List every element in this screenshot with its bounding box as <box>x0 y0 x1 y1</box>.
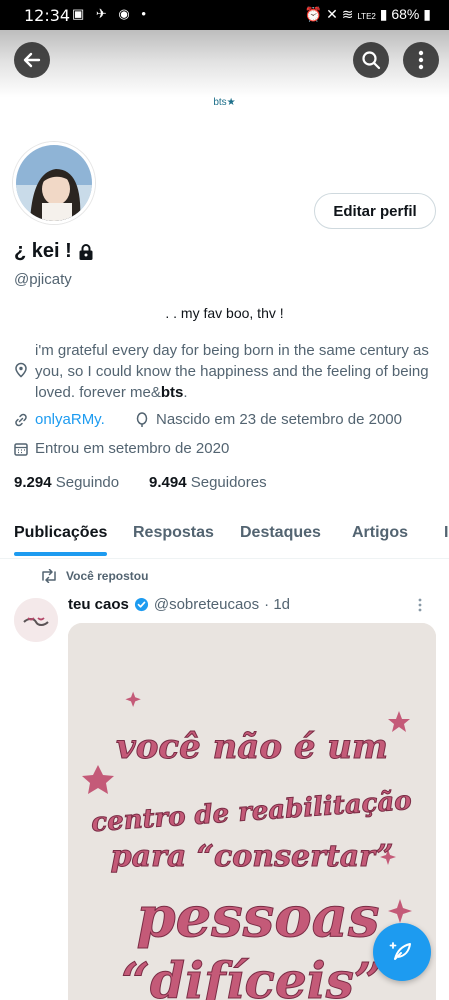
more-vertical-icon <box>418 50 424 70</box>
back-button[interactable] <box>14 42 50 78</box>
post-header: teu caos @sobreteucaos · 1d <box>68 596 290 613</box>
post-author-avatar[interactable] <box>14 598 58 642</box>
battery-label: 68% <box>391 6 420 22</box>
image-text-line-5: “difíceis” <box>121 951 382 1000</box>
birth-row: Nascido em 23 de setembro de 2000 <box>134 411 402 428</box>
mute-icon: ✕ <box>326 6 338 22</box>
profile-name: ¿ kei ! <box>14 240 72 262</box>
profile-website-link[interactable]: onlyaRMy. <box>35 411 105 428</box>
compose-button[interactable] <box>373 923 431 981</box>
repost-indicator: Você repostou <box>40 569 148 583</box>
bio-text: i'm grateful every day for being born in… <box>35 342 429 401</box>
bio-line: . . my fav boo, thv ! <box>165 305 284 321</box>
compose-feather-icon <box>389 942 411 960</box>
joined-date: Entrou em setembro de 2020 <box>35 440 230 457</box>
tab-artigos[interactable]: Artigos <box>352 524 408 542</box>
calendar-icon <box>14 442 28 456</box>
search-button[interactable] <box>353 42 389 78</box>
status-time: 12:34 <box>24 6 71 25</box>
status-right: ⏰ ✕ ≋ LTE2 ▮ 68% ▮ <box>305 6 431 23</box>
repost-label: Você repostou <box>66 569 149 583</box>
tab-destaques[interactable]: Destaques <box>240 524 321 542</box>
profile-avatar[interactable] <box>13 142 95 224</box>
followers-count[interactable]: 9.494 Seguidores <box>149 474 267 491</box>
image-text-line-3: para “consertar” <box>111 839 394 874</box>
tab-publicacoes[interactable]: Publicações <box>14 524 107 542</box>
post-time: · 1d <box>264 596 291 613</box>
repost-icon <box>42 569 56 583</box>
more-options-button[interactable] <box>403 42 439 78</box>
lock-icon <box>79 243 93 260</box>
tab-respostas[interactable]: Respostas <box>133 524 214 542</box>
more-vertical-icon <box>418 598 422 612</box>
wifi-icon: ≋ <box>341 6 354 22</box>
image-text-line-1: você não é um <box>116 727 388 767</box>
active-tab-indicator <box>14 552 107 556</box>
balloon-icon <box>136 411 148 427</box>
banner-text: bts★ <box>213 97 236 108</box>
post-author-handle[interactable]: @sobreteucaos <box>154 596 259 613</box>
network-label: LTE2 <box>357 12 376 21</box>
tab-overflow-edge[interactable]: I <box>444 524 448 542</box>
battery-icon: ▮ <box>423 6 431 22</box>
post-author-name[interactable]: teu caos <box>68 596 129 613</box>
location-icon <box>15 362 27 378</box>
birth-date: Nascido em 23 de setembro de 2000 <box>156 411 402 428</box>
signal-icon: ▮ <box>379 6 388 22</box>
edit-profile-button[interactable]: Editar perfil <box>314 193 436 229</box>
bio-bold-text: bts <box>160 384 184 401</box>
status-bar: 12:34 ▣ ✈ ◉ • ⏰ ✕ ≋ LTE2 ▮ 68% ▮ <box>0 0 449 30</box>
profile-name-row: ¿ kei ! <box>14 240 94 263</box>
image-text-line-4: pessoas <box>136 884 379 950</box>
joined-row: Entrou em setembro de 2020 <box>13 440 229 457</box>
profile-link-row: onlyaRMy. <box>13 411 105 428</box>
search-icon <box>362 51 381 70</box>
arrow-left-icon <box>23 52 41 68</box>
profile-handle: @pjicaty <box>14 271 72 288</box>
link-icon <box>15 413 27 426</box>
verified-icon <box>134 597 148 612</box>
alarm-icon: ⏰ <box>304 6 323 22</box>
notification-icons: ▣ ✈ ◉ • <box>72 6 150 21</box>
post-more-button[interactable] <box>418 598 422 612</box>
following-count[interactable]: 9.294 Seguindo <box>14 474 119 491</box>
